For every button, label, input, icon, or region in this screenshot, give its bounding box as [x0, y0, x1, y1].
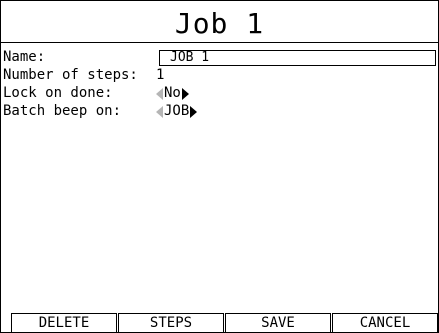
steps-button[interactable]: STEPS: [118, 313, 224, 332]
button-bar: DELETE STEPS SAVE CANCEL: [11, 313, 438, 332]
batch-beep-label: Batch beep on:: [3, 103, 122, 119]
triangle-right-icon[interactable]: [190, 105, 198, 118]
triangle-right-icon[interactable]: [181, 87, 189, 100]
steps-label: Number of steps:: [3, 67, 138, 83]
delete-button[interactable]: DELETE: [11, 313, 117, 332]
save-button[interactable]: SAVE: [225, 313, 331, 332]
steps-count: 1: [156, 67, 165, 83]
lock-on-done-value: No: [164, 85, 181, 101]
page-title: Job 1: [174, 7, 265, 40]
title-divider: [1, 42, 438, 43]
job-screen: Job 1 Name: JOB 1 Number of steps: 1 Loc…: [0, 0, 439, 333]
lock-on-done-selector[interactable]: No: [156, 85, 189, 102]
batch-beep-selector[interactable]: JOB: [156, 103, 198, 120]
batch-beep-value: JOB: [164, 103, 190, 119]
cancel-button[interactable]: CANCEL: [332, 313, 438, 332]
name-label: Name:: [3, 49, 46, 65]
triangle-left-icon[interactable]: [156, 105, 163, 118]
name-field[interactable]: JOB 1: [159, 50, 436, 66]
triangle-left-icon[interactable]: [156, 87, 163, 100]
lock-on-done-label: Lock on done:: [3, 85, 113, 101]
